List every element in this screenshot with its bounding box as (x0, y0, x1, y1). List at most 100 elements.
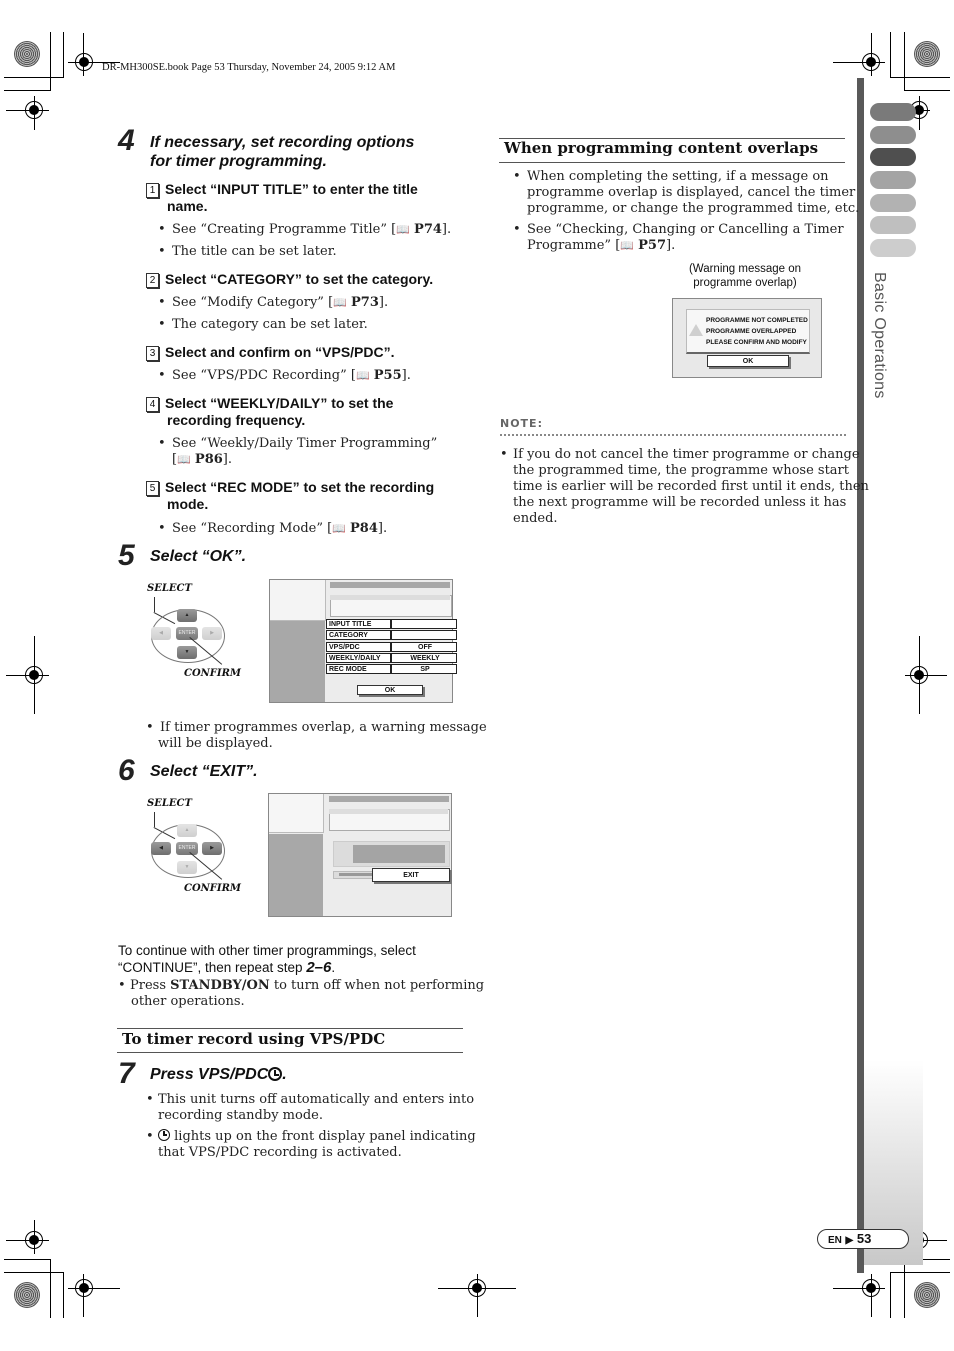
substep-text: Select “WEEKLY/DAILY” to set the (165, 395, 394, 411)
down-key[interactable]: ▼ (177, 861, 197, 874)
substep-text: Select “INPUT TITLE” to enter the title (165, 181, 418, 197)
warning-icon (689, 324, 703, 336)
remote-dpad-diagram: SELECT ▲ ◀ ENTER ▶ ▼ CONFIRM (146, 582, 256, 682)
color-rosette (14, 41, 40, 67)
step-range: 2–6 (306, 959, 332, 976)
book-icon: 📖 (333, 296, 347, 309)
book-icon: 📖 (396, 223, 410, 236)
remote-dpad-diagram: SELECT ▲ ◀ ENTER ▶ ▼ CONFIRM (146, 797, 256, 897)
chapter-tab[interactable] (870, 216, 916, 234)
step-title-text: Press VPS/PDC (150, 1066, 269, 1083)
chapter-tab[interactable] (870, 171, 916, 189)
page-ref[interactable]: P55 (374, 368, 402, 383)
bullet-text: This unit turns off automatically and en… (158, 1092, 475, 1107)
chapter-tab[interactable] (870, 239, 916, 257)
menu-row[interactable]: CATEGORY (326, 630, 458, 640)
color-rosette (914, 41, 940, 67)
bullet-text: recording standby mode. (158, 1108, 323, 1123)
book-icon: 📖 (620, 239, 634, 252)
select-label: SELECT (147, 583, 192, 594)
substep-number: 1 (146, 183, 159, 198)
substep-text: mode. (167, 496, 209, 512)
up-key[interactable]: ▲ (177, 824, 197, 837)
file-info-header: DR-MH300SE.book Page 53 Thursday, Novemb… (102, 62, 396, 73)
ok-button[interactable]: OK (357, 685, 423, 695)
bullet-item: • See “Recording Mode” [📖 P84]. (158, 521, 388, 536)
side-bar (857, 78, 864, 1273)
bullet-text: Press (130, 978, 171, 993)
step-title-text: . (282, 1066, 287, 1083)
right-key[interactable]: ▶ (202, 627, 222, 640)
substep-text: Select “CATEGORY” to set the category. (165, 271, 434, 287)
enter-key[interactable]: ENTER (176, 842, 198, 855)
page-ref[interactable]: P73 (351, 295, 379, 310)
step-title: Press VPS/PDC. (150, 1065, 287, 1084)
arrow-right-icon: ▶ (845, 1235, 854, 1246)
bullet-text: ]. (377, 521, 388, 536)
page-ref[interactable]: P84 (350, 521, 378, 536)
note-label: NOTE: (500, 417, 543, 430)
menu-label: CATEGORY (326, 630, 391, 640)
menu-value: WEEKLY (391, 653, 457, 663)
page-number-badge: EN ▶ 53 (817, 1229, 909, 1249)
exit-button[interactable]: EXIT (372, 868, 450, 882)
bullet-item: • Press STANDBY/ON to turn off when not p… (118, 978, 485, 1009)
step-title-line: If necessary, set recording options (150, 134, 415, 151)
down-key[interactable]: ▼ (177, 646, 197, 659)
substep-heading: 3 Select and confirm on “VPS/PDC”. (146, 344, 395, 361)
warning-text: PROGRAMME NOT COMPLETED PROGRAMME OVERLA… (706, 315, 808, 348)
instruction-text: To continue with other timer programming… (118, 943, 416, 958)
left-key[interactable]: ◀ (151, 627, 171, 640)
right-key[interactable]: ▶ (202, 842, 222, 855)
page-ref[interactable]: P86 (195, 452, 223, 467)
bullet-item: • When completing the setting, if a messa… (513, 169, 860, 216)
substep-number: 5 (146, 481, 159, 496)
vps-pdc-clock-icon (268, 1067, 283, 1081)
chapter-tab[interactable] (870, 126, 916, 144)
color-rosette (914, 1282, 940, 1308)
bullet-item: • This unit turns off automatically and e… (146, 1092, 475, 1123)
enter-key[interactable]: ENTER (176, 627, 198, 640)
confirm-label: CONFIRM (184, 883, 241, 894)
color-rosette (14, 1282, 40, 1308)
bullet-text: programme, or change the programmed time… (527, 201, 860, 216)
left-key[interactable]: ◀ (151, 842, 171, 855)
instruction-text: “CONTINUE”, then repeat step (118, 960, 307, 975)
bullet-text: See “Recording Mode” [ (172, 521, 333, 536)
bullet-text: that VPS/PDC recording is activated. (158, 1145, 402, 1160)
confirm-label: CONFIRM (184, 668, 241, 679)
chapter-tab-active[interactable] (870, 148, 916, 166)
menu-value (391, 619, 457, 629)
chapter-tab[interactable] (870, 194, 916, 212)
bullet-item: • See “Checking, Changing or Cancelling a… (513, 222, 844, 253)
key-name: STANDBY/ON (170, 978, 270, 993)
menu-value: OFF (391, 642, 457, 652)
bullet-text: programme overlap is displayed, cancel t… (527, 185, 856, 200)
substep-number: 4 (146, 397, 159, 412)
bullet-item: • The category can be set later. (158, 317, 368, 332)
menu-row[interactable]: REC MODE SP (326, 664, 458, 674)
bullet-text: ]. (401, 368, 411, 383)
page-ref[interactable]: P57 (638, 238, 666, 253)
up-key[interactable]: ▲ (177, 609, 197, 622)
chapter-tab[interactable] (870, 103, 916, 121)
menu-row[interactable]: WEEKLY/DAILY WEEKLY (326, 653, 458, 663)
menu-row[interactable]: INPUT TITLE (326, 619, 458, 629)
ok-button[interactable]: OK (707, 355, 789, 367)
bullet-text: ]. (666, 238, 676, 253)
section-rule (499, 162, 845, 163)
bullet-text: Programme” [ (527, 238, 621, 253)
bullet-text: will be displayed. (158, 736, 273, 751)
bullet-item: • The title can be set later. (158, 244, 337, 259)
caption-text: programme overlap) (693, 277, 797, 289)
note-text: time is earlier will be recorded first u… (513, 479, 869, 494)
bullet-text: See “Creating Programme Title” [ (172, 222, 397, 237)
note-divider (500, 434, 846, 436)
step-title-line: for timer programming. (150, 153, 327, 170)
timer-settings-screen: INPUT TITLE CATEGORY VPS/PDC OFF WEEKLY/… (269, 579, 457, 703)
section-title: To timer record using VPS/PDC (122, 1030, 386, 1048)
substep-heading: 4 Select “WEEKLY/DAILY” to set the record… (146, 395, 393, 429)
page-ref[interactable]: P74 (414, 222, 442, 237)
menu-row[interactable]: VPS/PDC OFF (326, 642, 458, 652)
bullet-item: • See “Modify Category” [📖 P73]. (158, 295, 389, 310)
